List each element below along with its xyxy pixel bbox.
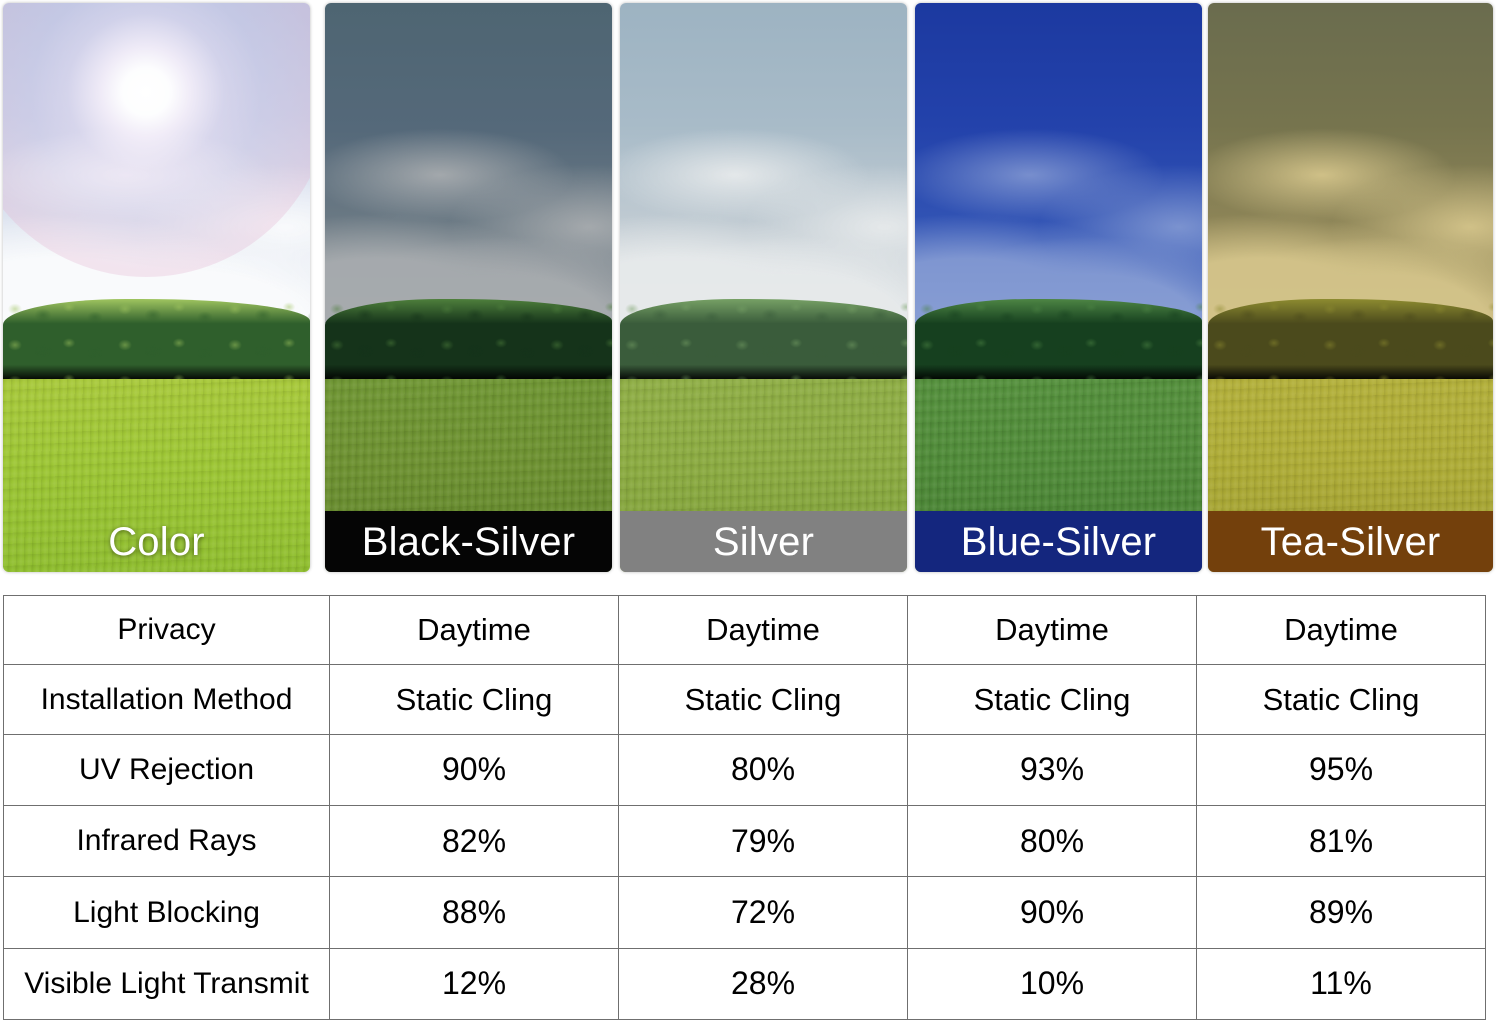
tree-canopy-texture (620, 299, 907, 381)
value-cell: Static Cling (618, 664, 908, 735)
row-label-cell: Privacy (3, 594, 330, 666)
value-cell: Daytime (1196, 594, 1486, 666)
value-cell: 82% (329, 805, 619, 878)
tree-canopy-texture (915, 299, 1202, 381)
specification-table-wrapper: Privacy Daytime Daytime Daytime Daytime Insta… (3, 594, 1486, 1021)
row-label-cell: UV Rejection (3, 733, 330, 807)
treeline-layer (325, 299, 612, 381)
value-cell: Daytime (618, 594, 908, 666)
cloud-layer (3, 123, 310, 323)
landscape-scene (1208, 3, 1493, 572)
table-row: Light Blocking 88% 72% 90% 89% (3, 876, 1486, 949)
cloud-layer (915, 123, 1202, 323)
tree-canopy-texture (325, 299, 612, 381)
value-cell: 88% (329, 876, 619, 949)
landscape-scene (620, 3, 907, 572)
value-cell: 28% (618, 947, 908, 1021)
row-label-cell: Light Blocking (3, 876, 330, 949)
value-cell: 10% (907, 947, 1197, 1021)
value-cell: 79% (618, 805, 908, 878)
panel-label-bar: Black-Silver (325, 511, 612, 572)
value-cell: 93% (907, 733, 1197, 807)
tint-preview-panel-silver[interactable]: Silver (620, 3, 907, 572)
value-cell: 89% (1196, 876, 1486, 949)
tint-preview-panel-black-silver[interactable]: Black-Silver (325, 3, 612, 572)
panel-label-bar: Blue-Silver (915, 511, 1202, 572)
landscape-scene (915, 3, 1202, 572)
value-cell: 12% (329, 947, 619, 1021)
panel-label-text: Blue-Silver (960, 519, 1157, 564)
row-label-cell: Installation Method (3, 664, 330, 735)
panel-label-text: Tea-Silver (1260, 519, 1441, 564)
row-label-cell: Infrared Rays (3, 805, 330, 878)
film-tint-preview-strip: Color Black-Silver Silver Blue-Silver Te… (0, 0, 1496, 580)
specification-table: Privacy Daytime Daytime Daytime Daytime Insta… (3, 594, 1486, 1021)
value-cell: 72% (618, 876, 908, 949)
treeline-layer (3, 299, 310, 381)
panel-label-bar: Color (3, 511, 310, 572)
cloud-layer (1208, 123, 1493, 323)
value-cell: 81% (1196, 805, 1486, 878)
row-label-cell: Visible Light Transmit (3, 947, 330, 1021)
panel-label-bar: Tea-Silver (1208, 511, 1493, 572)
value-cell: Static Cling (907, 664, 1197, 735)
panel-label-text: Silver (712, 519, 815, 564)
table-row: Installation Method Static Cling Static Cl… (3, 664, 1486, 735)
tint-preview-panel-tea-silver[interactable]: Tea-Silver (1208, 3, 1493, 572)
value-cell: 95% (1196, 733, 1486, 807)
cloud-layer (325, 123, 612, 323)
value-cell: Static Cling (1196, 664, 1486, 735)
treeline-layer (1208, 299, 1493, 381)
tint-preview-panel-blue-silver[interactable]: Blue-Silver (915, 3, 1202, 572)
panel-label-text: Black-Silver (361, 519, 576, 564)
landscape-scene (325, 3, 612, 572)
table-row: Visible Light Transmit 12% 28% 10% 11% (3, 947, 1486, 1021)
landscape-scene (3, 3, 310, 572)
value-cell: Daytime (907, 594, 1197, 666)
treeline-layer (620, 299, 907, 381)
panel-label-text: Color (108, 519, 205, 564)
specification-table-body: Privacy Daytime Daytime Daytime Daytime Insta… (3, 594, 1486, 1021)
table-row: Infrared Rays 82% 79% 80% 81% (3, 805, 1486, 878)
value-cell: 90% (907, 876, 1197, 949)
cloud-layer (620, 123, 907, 323)
table-row: UV Rejection 90% 80% 93% 95% (3, 733, 1486, 807)
table-row: Privacy Daytime Daytime Daytime Daytime (3, 594, 1486, 666)
tint-preview-panel-color[interactable]: Color (3, 3, 310, 572)
value-cell: 80% (618, 733, 908, 807)
tree-canopy-texture (1208, 299, 1493, 381)
treeline-layer (915, 299, 1202, 381)
value-cell: Daytime (329, 594, 619, 666)
value-cell: Static Cling (329, 664, 619, 735)
panel-label-bar: Silver (620, 511, 907, 572)
value-cell: 80% (907, 805, 1197, 878)
tree-canopy-texture (3, 299, 310, 381)
value-cell: 11% (1196, 947, 1486, 1021)
value-cell: 90% (329, 733, 619, 807)
